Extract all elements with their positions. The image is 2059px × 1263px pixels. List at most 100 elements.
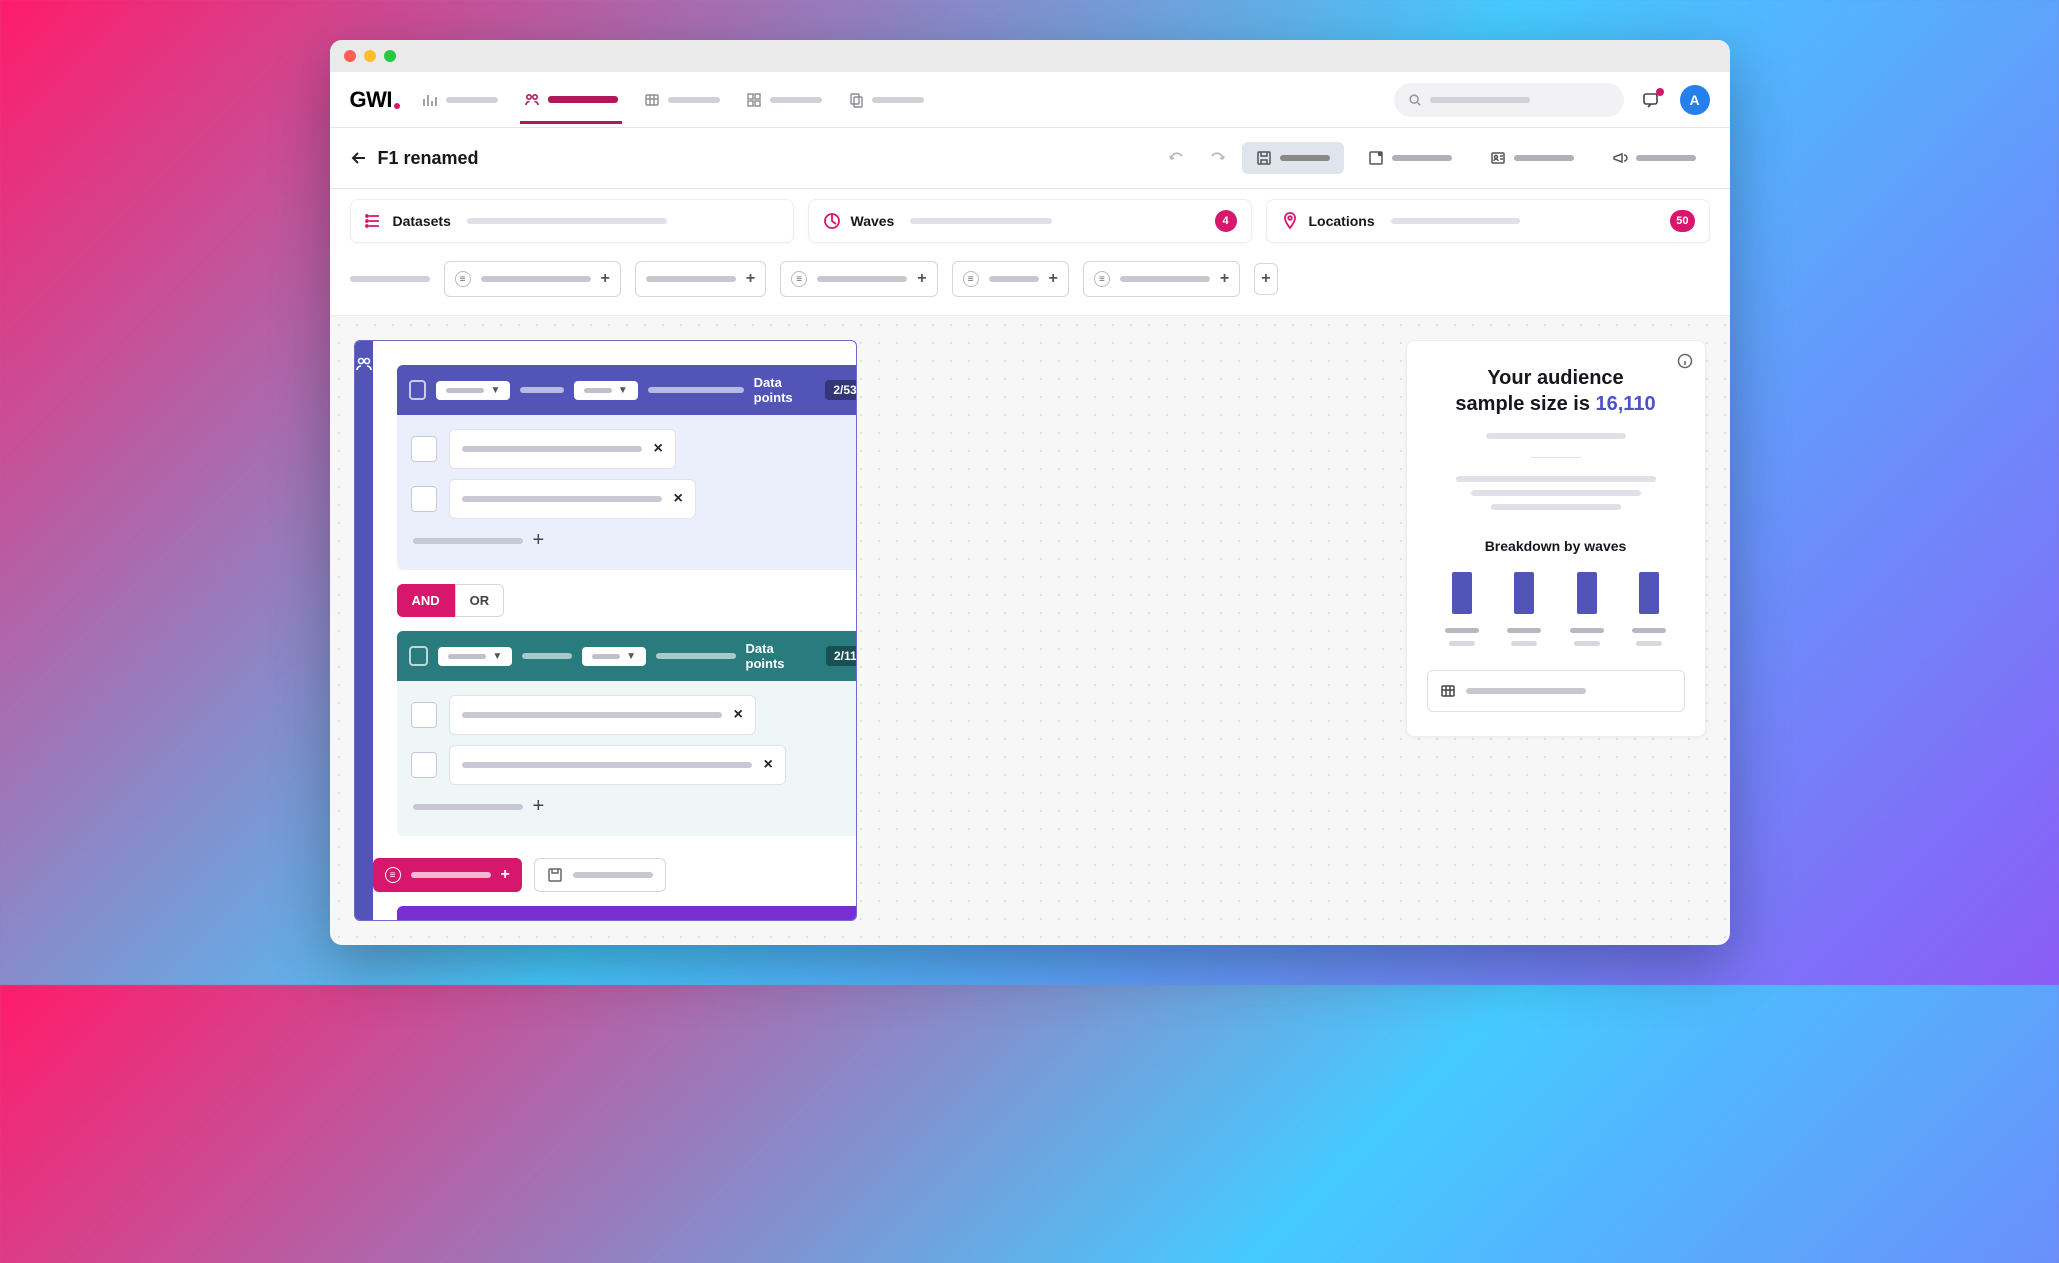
nav-item-5[interactable] xyxy=(844,76,928,124)
segment-skeleton xyxy=(648,387,744,393)
datapoint-checkbox[interactable] xyxy=(411,486,437,512)
nav-label-skeleton xyxy=(548,96,618,103)
close-window[interactable] xyxy=(344,50,356,62)
datapoint-row: × xyxy=(411,429,857,469)
new-segment-bar[interactable] xyxy=(397,906,857,920)
connector-and[interactable]: AND xyxy=(397,584,455,617)
datasets-icon xyxy=(365,212,383,230)
brand-dot-icon xyxy=(394,103,400,109)
bar-2 xyxy=(1507,572,1541,646)
button-label-skeleton xyxy=(1636,155,1696,161)
remove-datapoint[interactable]: × xyxy=(764,756,773,774)
chip-skeleton xyxy=(481,276,591,282)
save-button[interactable] xyxy=(1242,142,1344,174)
attribute-chip-5[interactable]: ≡+ xyxy=(1083,261,1240,297)
chip-skeleton xyxy=(646,276,736,282)
panel-skeleton xyxy=(1471,490,1641,496)
filter-skeleton xyxy=(1391,218,1521,224)
datapoint-pill[interactable]: × xyxy=(449,479,696,519)
segment-dropdown-2[interactable]: ▼ xyxy=(574,381,638,400)
attribute-chip-4[interactable]: ≡+ xyxy=(952,261,1069,297)
filter-locations[interactable]: Locations 50 xyxy=(1266,199,1710,243)
remove-datapoint[interactable]: × xyxy=(654,440,663,458)
datapoint-checkbox[interactable] xyxy=(411,752,437,778)
toolbar-button-2[interactable] xyxy=(1354,142,1466,174)
datapoint-pill[interactable]: × xyxy=(449,745,786,785)
redo-button[interactable] xyxy=(1208,149,1226,167)
add-datapoint[interactable]: + xyxy=(413,529,857,552)
chip-skeleton xyxy=(411,872,491,878)
toolbar-button-4[interactable] xyxy=(1598,142,1710,174)
panel-cta-button[interactable] xyxy=(1427,670,1685,712)
panel-skeleton xyxy=(1486,433,1626,439)
add-datapoint[interactable]: + xyxy=(413,795,857,818)
add-icon: + xyxy=(746,270,755,288)
attribute-chip-1[interactable]: ≡+ xyxy=(444,261,621,297)
messages-icon[interactable] xyxy=(1642,90,1662,110)
minimize-window[interactable] xyxy=(364,50,376,62)
bar-label xyxy=(1632,628,1666,633)
plus-icon: + xyxy=(533,529,545,552)
bar-4 xyxy=(1632,572,1666,646)
add-icon: + xyxy=(601,270,610,288)
attribute-chip-2[interactable]: + xyxy=(635,261,766,297)
audience-summary-panel: Your audience sample size is 16,110 Brea… xyxy=(1406,340,1706,737)
maximize-window[interactable] xyxy=(384,50,396,62)
filter-label: Waves xyxy=(851,213,895,229)
chips-lead-skeleton xyxy=(350,276,430,282)
chip-circle-icon: ≡ xyxy=(385,867,401,883)
segment-dropdown-1[interactable]: ▼ xyxy=(438,647,512,666)
bar-sublabel xyxy=(1449,641,1475,646)
datapoint-row: × xyxy=(411,479,857,519)
app-window: GWI A xyxy=(330,40,1730,945)
plus-icon: + xyxy=(501,866,510,884)
filter-label: Locations xyxy=(1309,213,1375,229)
footer-add-pink[interactable]: ≡ + xyxy=(373,858,522,892)
datapoint-checkbox[interactable] xyxy=(411,436,437,462)
datapoint-skeleton xyxy=(462,712,722,718)
segment-body: × × + xyxy=(397,415,857,570)
connector-or[interactable]: OR xyxy=(455,584,505,617)
segment-checkbox[interactable] xyxy=(409,380,427,400)
datapoints-count: 2/53 xyxy=(825,380,856,400)
datapoint-pill[interactable]: × xyxy=(449,695,756,735)
panel-skeleton xyxy=(1491,504,1621,510)
filter-cards-row: Datasets Waves 4 Locations 50 xyxy=(330,189,1730,253)
brand-logo[interactable]: GWI xyxy=(350,87,401,113)
bar-label xyxy=(1507,628,1541,633)
chip-skeleton xyxy=(989,276,1039,282)
nav-item-3[interactable] xyxy=(640,76,724,124)
audience-line1: Your audience xyxy=(1487,367,1623,389)
remove-datapoint[interactable]: × xyxy=(734,706,743,724)
add-skeleton xyxy=(413,538,523,544)
nav-item-audiences[interactable] xyxy=(520,76,622,124)
page-toolbar: F1 renamed xyxy=(330,128,1730,189)
brand-text: GWI xyxy=(350,87,393,113)
datapoints-label: Data points xyxy=(754,375,816,405)
panel-divider xyxy=(1531,457,1581,458)
nav-item-4[interactable] xyxy=(742,76,826,124)
segment-dropdown-2[interactable]: ▼ xyxy=(582,647,646,666)
datapoint-checkbox[interactable] xyxy=(411,702,437,728)
bar xyxy=(1639,572,1659,614)
filter-datasets[interactable]: Datasets xyxy=(350,199,794,243)
datapoint-row: × xyxy=(411,695,857,735)
info-icon[interactable] xyxy=(1677,353,1693,369)
undo-button[interactable] xyxy=(1168,149,1186,167)
button-label-skeleton xyxy=(1392,155,1452,161)
add-attribute-button[interactable]: + xyxy=(1254,263,1277,295)
segment-dropdown-1[interactable]: ▼ xyxy=(436,381,510,400)
search-input[interactable] xyxy=(1394,83,1624,117)
nav-item-1[interactable] xyxy=(418,76,502,124)
footer-save-outline[interactable] xyxy=(534,858,666,892)
attribute-chip-3[interactable]: ≡+ xyxy=(780,261,937,297)
user-avatar[interactable]: A xyxy=(1680,85,1710,115)
segment-checkbox[interactable] xyxy=(409,646,429,666)
filter-waves[interactable]: Waves 4 xyxy=(808,199,1252,243)
remove-datapoint[interactable]: × xyxy=(674,490,683,508)
audience-line2-prefix: sample size is xyxy=(1455,393,1595,415)
datapoint-pill[interactable]: × xyxy=(449,429,676,469)
back-button[interactable] xyxy=(350,149,368,167)
toolbar-button-3[interactable] xyxy=(1476,142,1588,174)
audiences-icon xyxy=(524,92,540,108)
